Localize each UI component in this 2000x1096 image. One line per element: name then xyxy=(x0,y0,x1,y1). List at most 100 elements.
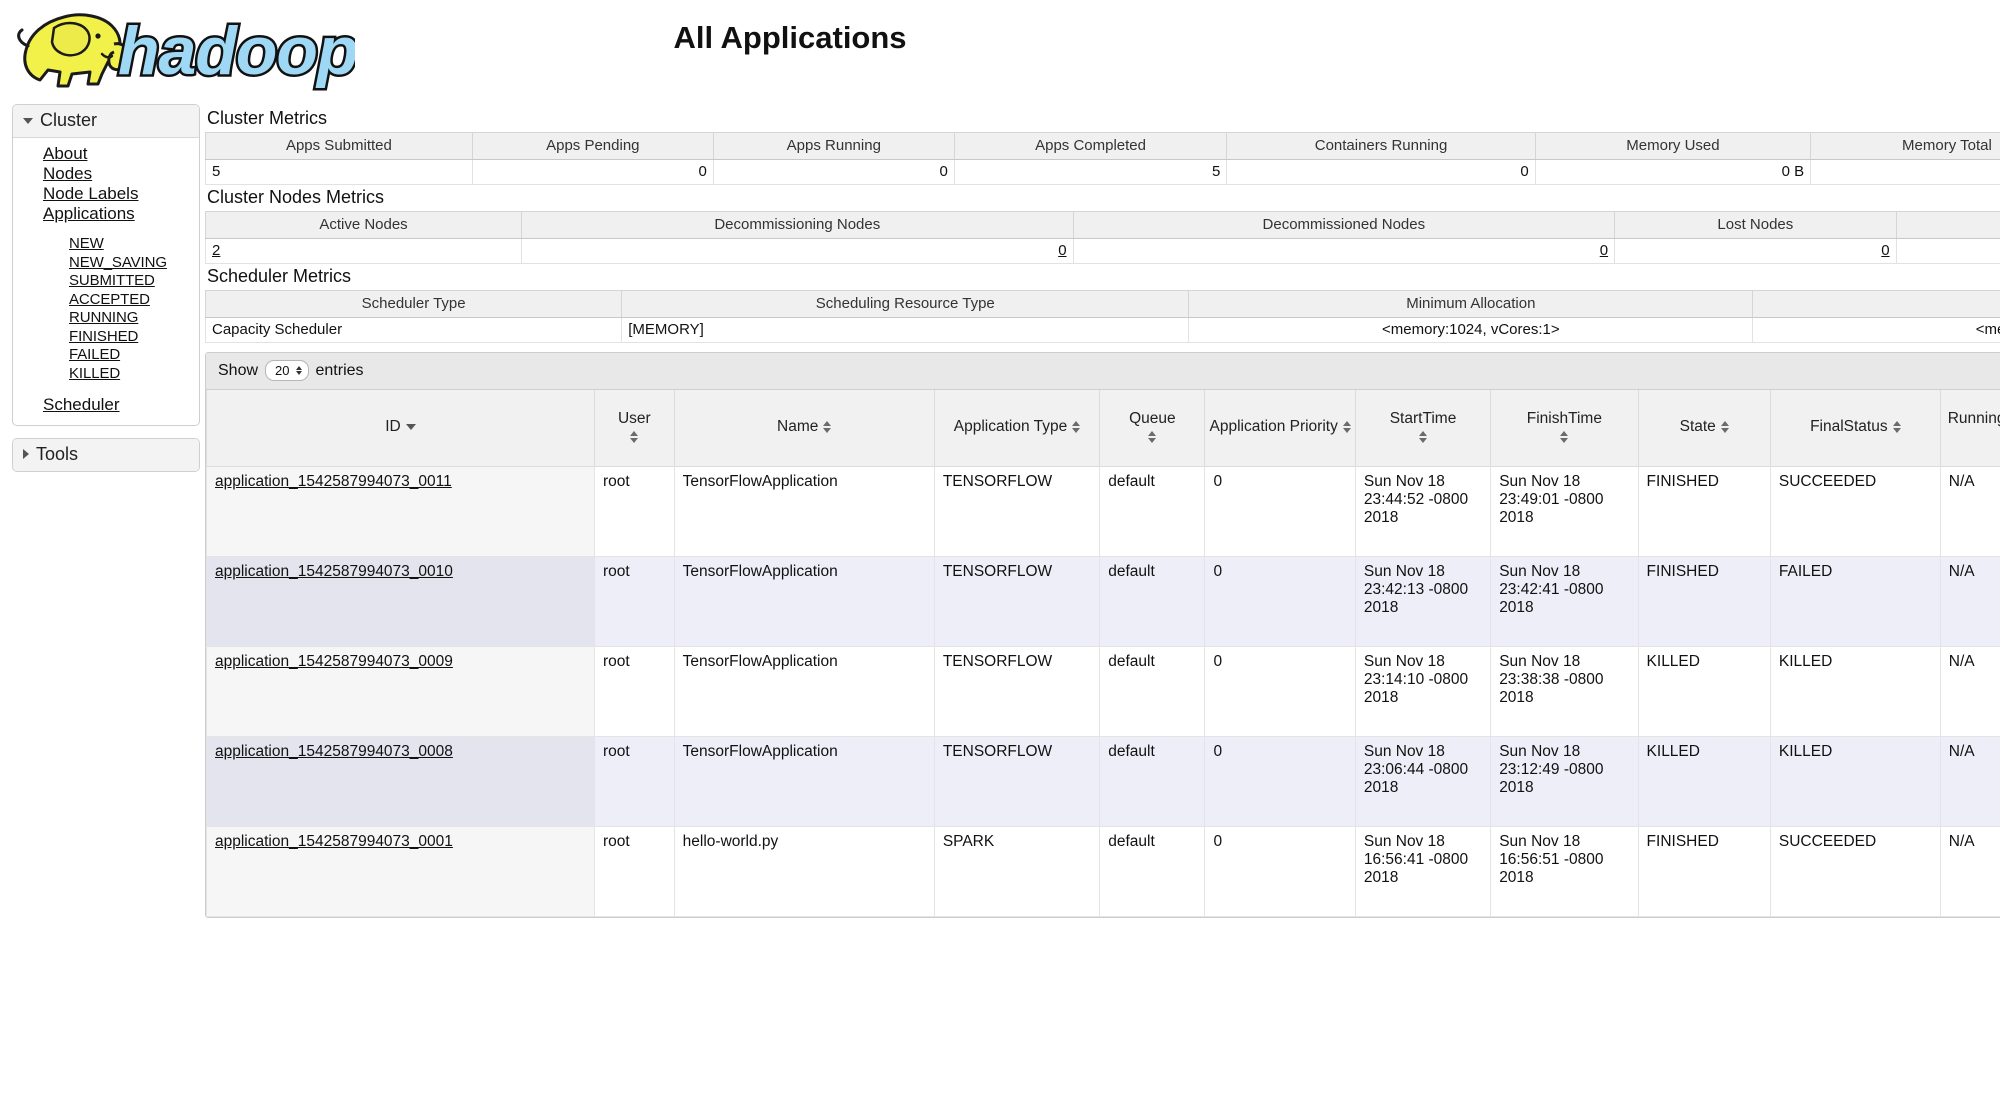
sidebar-item-state-killed[interactable]: KILLED xyxy=(13,365,199,384)
cell-finish-time: Sun Nov 18 23:12:49 -0800 2018 xyxy=(1490,735,1639,827)
application-id-link[interactable]: application_1542587994073_0011 xyxy=(215,473,452,490)
cell-user: root xyxy=(593,465,675,557)
applications-toolbar: Show 20 entries xyxy=(206,353,2000,390)
sidebar-tools-header[interactable]: Tools xyxy=(13,438,199,471)
cluster-metrics-table: Apps Submitted Apps Pending Apps Running… xyxy=(205,132,2000,185)
application-id-link[interactable]: application_1542587994073_0008 xyxy=(215,743,453,760)
cell-id[interactable]: application_1542587994073_0008 xyxy=(206,735,595,827)
sort-both-icon xyxy=(1892,420,1901,433)
sort-both-icon xyxy=(1720,420,1729,433)
val-apps-running: 0 xyxy=(712,159,955,185)
val-decommissioning-nodes-link[interactable]: 0 xyxy=(1058,242,1066,259)
sidebar-item-applications[interactable]: Applications xyxy=(13,204,199,224)
cell-finish-time: Sun Nov 18 23:42:41 -0800 2018 xyxy=(1490,555,1639,647)
cell-id[interactable]: application_1542587994073_0009 xyxy=(206,645,595,737)
table-row[interactable]: application_1542587994073_0009 root Tens… xyxy=(206,645,2000,737)
cluster-nodes-metrics-title: Cluster Nodes Metrics xyxy=(207,187,385,207)
col-application-priority-label: Application Priority xyxy=(1209,417,1338,435)
sidebar-item-state-accepted[interactable]: ACCEPTED xyxy=(13,291,199,310)
cell-start-time: Sun Nov 18 16:56:41 -0800 2018 xyxy=(1354,825,1492,917)
col-apps-pending: Apps Pending xyxy=(471,132,714,160)
col-minimum-allocation: Minimum Allocation xyxy=(1188,290,1754,318)
page-header: hadoop All Applications xyxy=(0,0,2000,100)
cell-start-time: Sun Nov 18 23:44:52 -0800 2018 xyxy=(1354,465,1492,557)
cell-id[interactable]: application_1542587994073_0010 xyxy=(206,555,595,647)
val-lost-nodes[interactable]: 0 xyxy=(1614,238,1897,264)
val-decommissioned-nodes-link[interactable]: 0 xyxy=(1600,242,1608,259)
cell-id[interactable]: application_1542587994073_0001 xyxy=(206,825,595,917)
cell-finish-time: Sun Nov 18 16:56:51 -0800 2018 xyxy=(1490,825,1639,917)
col-state[interactable]: State xyxy=(1637,390,1771,467)
col-final-status-label: FinalStatus xyxy=(1810,417,1888,435)
cell-finish-time: Sun Nov 18 23:49:01 -0800 2018 xyxy=(1490,465,1639,557)
col-start-time[interactable]: StartTime xyxy=(1354,390,1492,467)
sidebar-item-state-failed[interactable]: FAILED xyxy=(13,346,199,365)
sidebar-item-state-running[interactable]: RUNNING xyxy=(13,309,199,328)
cell-queue: default xyxy=(1099,555,1206,647)
application-id-link[interactable]: application_1542587994073_0009 xyxy=(215,653,453,670)
cell-final-status: SUCCEEDED xyxy=(1769,465,1941,557)
sidebar-item-node-labels[interactable]: Node Labels xyxy=(13,184,199,204)
val-active-nodes[interactable]: 2 xyxy=(205,238,522,264)
col-running-containers[interactable]: Running Containers xyxy=(1939,390,2000,467)
col-queue[interactable]: Queue xyxy=(1099,390,1206,467)
sidebar-item-state-new[interactable]: NEW xyxy=(13,235,199,254)
sidebar-item-state-submitted[interactable]: SUBMITTED xyxy=(13,272,199,291)
cell-final-status: FAILED xyxy=(1769,555,1941,647)
cell-application-type: TENSORFLOW xyxy=(933,555,1101,647)
val-lost-nodes-link[interactable]: 0 xyxy=(1881,242,1889,259)
col-apps-completed: Apps Completed xyxy=(953,132,1228,160)
sidebar-item-about[interactable]: About xyxy=(13,144,199,164)
table-row: 5 0 0 5 0 0 B 24 GB 0 B xyxy=(205,159,2000,185)
val-decommissioned-nodes[interactable]: 0 xyxy=(1072,238,1616,264)
cell-application-priority: 0 xyxy=(1204,735,1356,827)
val-decommissioning-nodes[interactable]: 0 xyxy=(521,238,1074,264)
cell-application-type: SPARK xyxy=(933,825,1101,917)
col-final-status[interactable]: FinalStatus xyxy=(1769,390,1941,467)
table-row[interactable]: application_1542587994073_0001 root hell… xyxy=(206,825,2000,917)
cell-queue: default xyxy=(1099,645,1206,737)
application-id-link[interactable]: application_1542587994073_0001 xyxy=(215,833,453,850)
sidebar-item-state-finished[interactable]: FINISHED xyxy=(13,328,199,347)
sort-both-icon xyxy=(1148,431,1157,444)
application-id-link[interactable]: application_1542587994073_0010 xyxy=(215,563,453,580)
sort-both-icon xyxy=(823,420,832,433)
col-finish-time[interactable]: FinishTime xyxy=(1490,390,1639,467)
entries-per-page-select[interactable]: 20 xyxy=(265,360,309,381)
col-user[interactable]: User xyxy=(593,390,675,467)
table-row[interactable]: application_1542587994073_0010 root Tens… xyxy=(206,555,2000,647)
col-active-nodes: Active Nodes xyxy=(205,211,522,239)
cell-id[interactable]: application_1542587994073_0011 xyxy=(206,465,595,557)
col-application-type[interactable]: Application Type xyxy=(933,390,1101,467)
col-lost-nodes: Lost Nodes xyxy=(1614,211,1897,239)
sidebar-cluster-header[interactable]: Cluster xyxy=(13,105,199,138)
cell-application-priority: 0 xyxy=(1204,465,1356,557)
cell-running-containers: N/A xyxy=(1939,645,2000,737)
cell-running-containers: N/A xyxy=(1939,825,2000,917)
col-id[interactable]: ID xyxy=(206,390,595,467)
val-minimum-allocation: <memory:1024, vCores:1> xyxy=(1188,317,1754,343)
val-apps-submitted: 5 xyxy=(205,159,473,185)
sidebar-item-state-new-saving[interactable]: NEW_SAVING xyxy=(13,254,199,273)
cell-state: FINISHED xyxy=(1637,555,1771,647)
table-row: 2 0 0 0 0 xyxy=(205,238,2000,264)
cell-application-priority: 0 xyxy=(1204,825,1356,917)
sort-both-icon xyxy=(1342,420,1351,433)
col-name[interactable]: Name xyxy=(673,390,935,467)
val-active-nodes-link[interactable]: 2 xyxy=(212,242,220,259)
val-unhealthy-nodes[interactable]: 0 xyxy=(1895,238,2000,264)
page-title: All Applications xyxy=(673,20,907,55)
col-application-priority[interactable]: Application Priority xyxy=(1204,390,1356,467)
sidebar-item-scheduler[interactable]: Scheduler xyxy=(13,395,199,415)
table-row[interactable]: application_1542587994073_0008 root Tens… xyxy=(206,735,2000,827)
col-memory-total: Memory Total xyxy=(1810,132,2000,160)
table-row[interactable]: application_1542587994073_0011 root Tens… xyxy=(206,465,2000,557)
cell-running-containers: N/A xyxy=(1939,465,2000,557)
scheduler-metrics-table: Scheduler Type Scheduling Resource Type … xyxy=(204,290,2000,343)
cell-application-type: TENSORFLOW xyxy=(933,735,1101,827)
col-name-label: Name xyxy=(777,417,819,435)
col-apps-running: Apps Running xyxy=(712,132,955,160)
sidebar-item-nodes[interactable]: Nodes xyxy=(13,164,199,184)
cell-state: KILLED xyxy=(1637,645,1771,737)
col-scheduling-resource-type: Scheduling Resource Type xyxy=(621,290,1190,318)
